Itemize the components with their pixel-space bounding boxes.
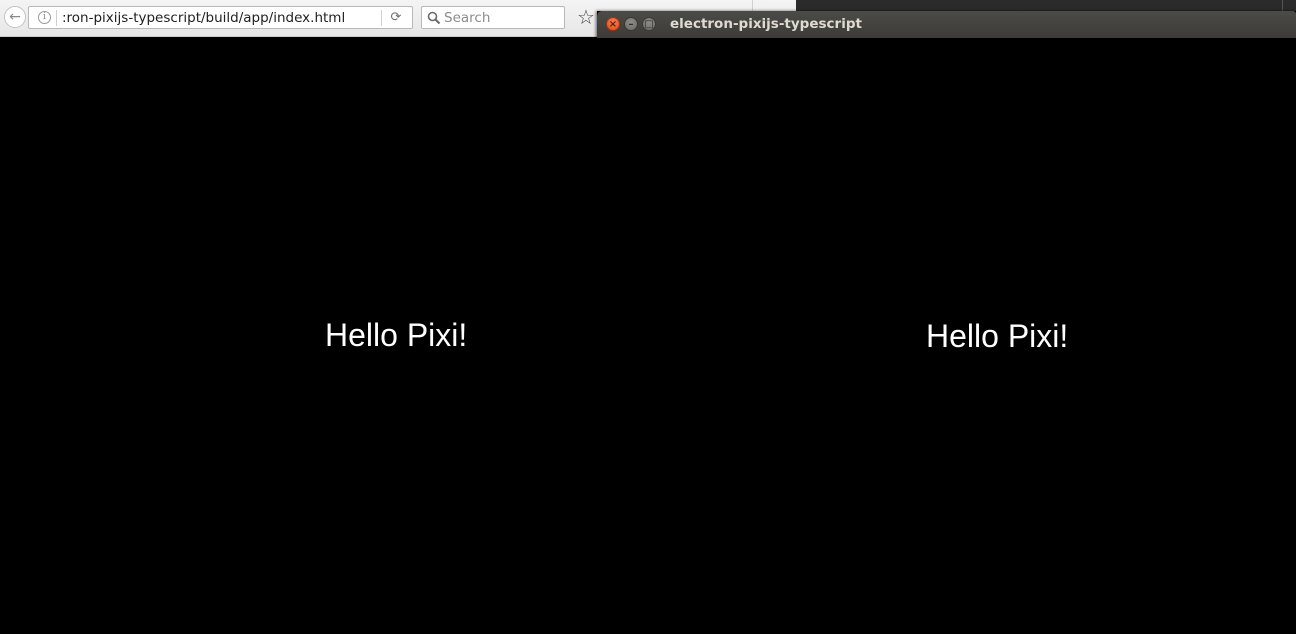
back-button[interactable]: ←	[4, 6, 26, 28]
minimize-icon: –	[628, 19, 634, 30]
search-icon	[427, 11, 441, 25]
reload-icon[interactable]: ⟳	[388, 9, 404, 25]
desktop: ← i :ron-pixijs-typescript/build/app/ind…	[0, 0, 1296, 634]
url-divider	[56, 10, 57, 26]
maximize-icon: □	[644, 19, 654, 30]
info-icon[interactable]: i	[38, 11, 51, 24]
electron-pixi-canvas[interactable]: Hello Pixi!	[597, 38, 1296, 634]
url-text[interactable]: :ron-pixijs-typescript/build/app/index.h…	[62, 10, 374, 28]
back-arrow-icon: ←	[9, 9, 21, 25]
search-input[interactable]	[444, 9, 560, 26]
close-icon: ×	[608, 19, 618, 30]
maximize-button[interactable]: □	[642, 17, 656, 31]
close-button[interactable]: ×	[606, 17, 620, 31]
url-divider	[381, 10, 382, 26]
minimize-button[interactable]: –	[624, 17, 638, 31]
window-title: electron-pixijs-typescript	[670, 16, 862, 32]
canvas-hello-text: Hello Pixi!	[325, 317, 468, 353]
electron-window: × – □ electron-pixijs-typescript Hello P…	[597, 11, 1296, 634]
window-titlebar[interactable]: × – □ electron-pixijs-typescript	[597, 11, 1296, 38]
url-bar[interactable]: i :ron-pixijs-typescript/build/app/index…	[28, 6, 413, 29]
canvas-hello-text: Hello Pixi!	[926, 318, 1069, 354]
search-box[interactable]	[421, 6, 565, 29]
bookmark-star-icon[interactable]: ☆	[576, 6, 596, 28]
